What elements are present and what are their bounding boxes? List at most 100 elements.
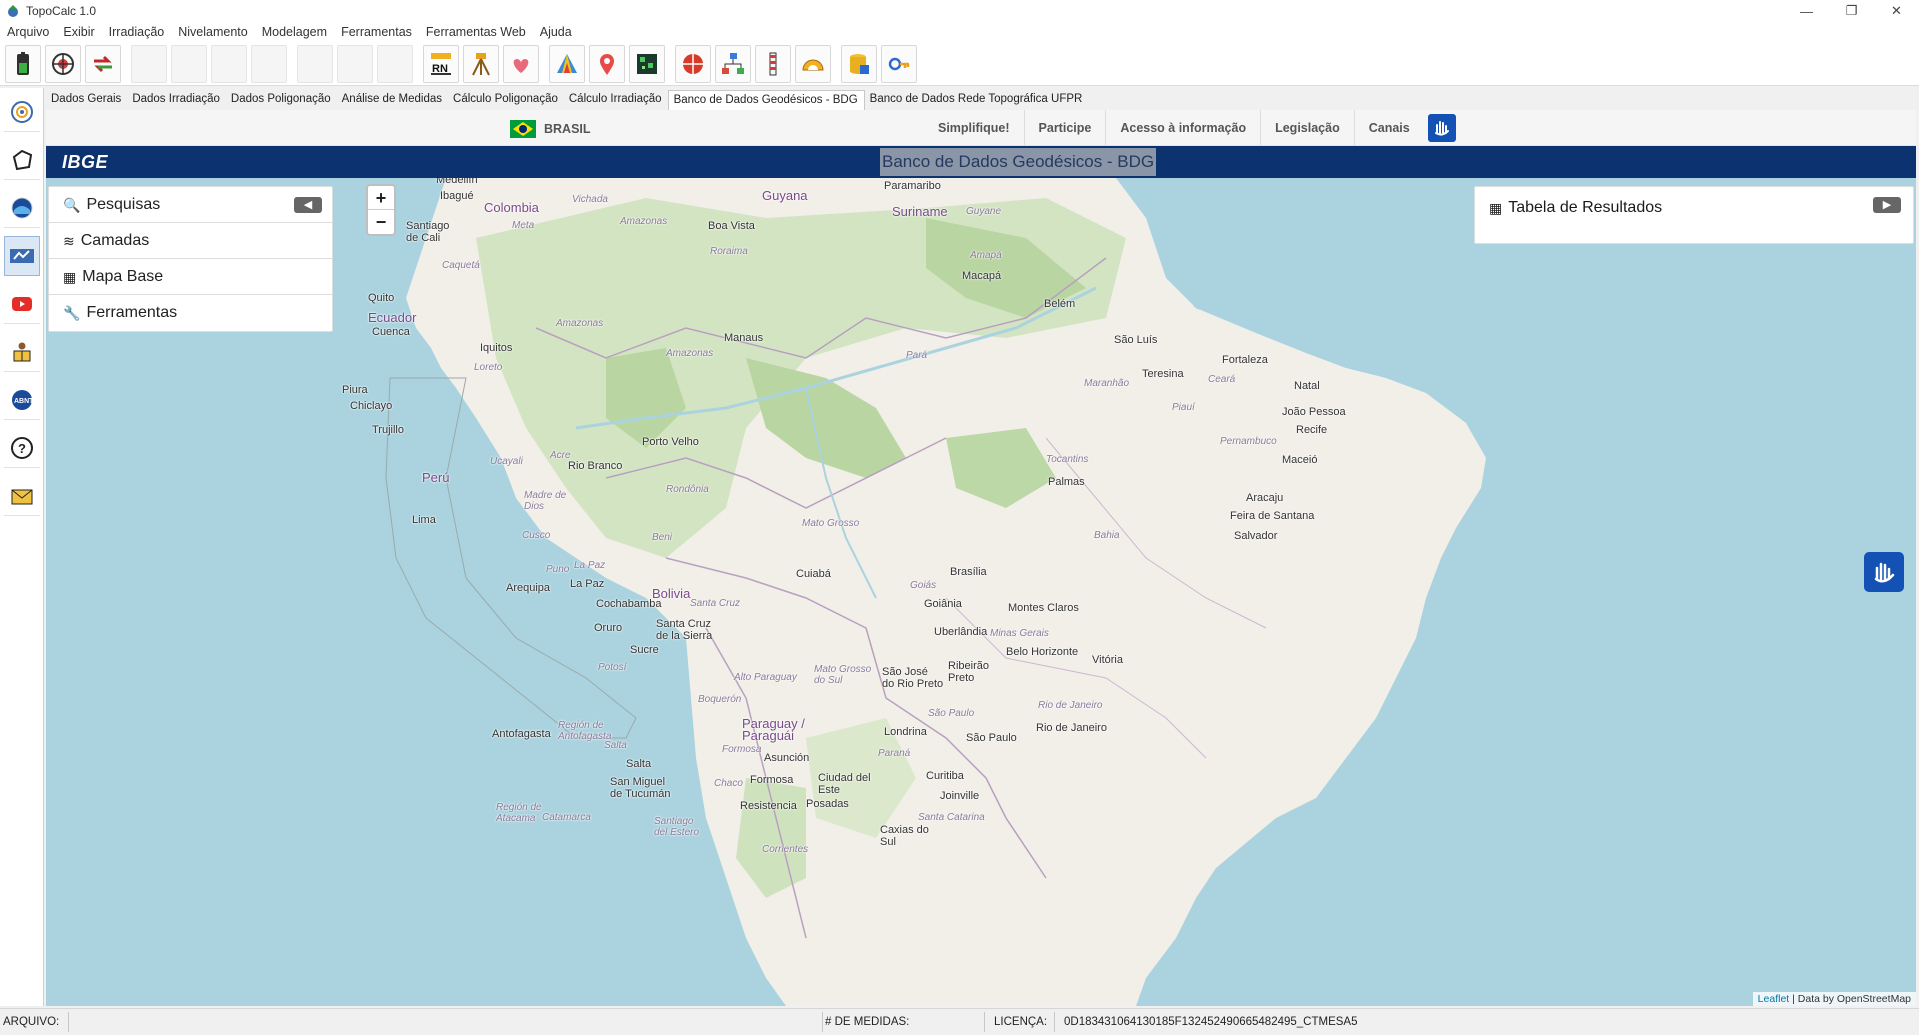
close-button[interactable]: ✕: [1874, 0, 1919, 22]
total-station-tool-button[interactable]: [463, 44, 499, 83]
map-label: Natal: [1294, 380, 1320, 392]
empty-tool-button-5[interactable]: [297, 44, 333, 83]
protractor-tool-button[interactable]: [795, 44, 831, 83]
map-label: Rio Branco: [568, 460, 623, 472]
menu-exibir[interactable]: Exibir: [56, 25, 101, 39]
empty-tool-button-6[interactable]: [337, 44, 373, 83]
rn-tool-button[interactable]: RN: [423, 44, 459, 83]
link-simplifique[interactable]: Simplifique!: [924, 110, 1024, 146]
menu-arquivo[interactable]: Arquivo: [0, 25, 56, 39]
sidebar-button-polygon[interactable]: [4, 140, 40, 180]
tab-bdg[interactable]: Banco de Dados Geodésicos - BDG: [667, 90, 865, 111]
pesquisas-panel[interactable]: 🔍 Pesquisas ◀: [48, 186, 333, 224]
map-label: Formosa: [722, 744, 762, 755]
globe-tool-button[interactable]: [675, 44, 711, 83]
expand-results-button[interactable]: ▶: [1873, 197, 1901, 213]
map-label: Región de Atacama: [496, 802, 542, 824]
map-label: Pará: [906, 350, 928, 361]
map-label: Salta: [604, 740, 627, 751]
vlibras-floating-button[interactable]: [1864, 552, 1904, 592]
link-legislacao[interactable]: Legislação: [1260, 110, 1354, 146]
database-tool-button[interactable]: [841, 44, 877, 83]
search-icon: 🔍: [63, 196, 81, 213]
minimize-button[interactable]: —: [1784, 0, 1829, 22]
menu-ferramentas[interactable]: Ferramentas: [334, 25, 419, 39]
menu-nivelamento[interactable]: Nivelamento: [171, 25, 254, 39]
polygon-icon: [12, 149, 33, 170]
leaflet-link[interactable]: Leaflet: [1758, 993, 1790, 1005]
zoom-in-button[interactable]: +: [368, 186, 394, 210]
tab-dados-poligonacao[interactable]: Dados Poligonação: [226, 90, 337, 110]
grid-tool-button[interactable]: [629, 44, 665, 83]
pink-tool-button[interactable]: [503, 44, 539, 83]
network-tool-button[interactable]: [715, 44, 751, 83]
empty-tool-button-1[interactable]: [131, 44, 167, 83]
menu-irradiacao[interactable]: Irradiação: [102, 25, 172, 39]
link-canais[interactable]: Canais: [1353, 110, 1424, 146]
map-label: Aracaju: [1246, 492, 1284, 504]
sidebar-button-bdg[interactable]: [4, 236, 40, 276]
menu-ferramentas-web[interactable]: Ferramentas Web: [419, 25, 533, 39]
ibge-logo[interactable]: IBGE: [62, 152, 108, 173]
ferramentas-panel[interactable]: 🔧 Ferramentas: [48, 294, 333, 332]
maximize-button[interactable]: ❐: [1829, 0, 1874, 22]
map-label: Perú: [422, 470, 450, 485]
empty-tool-button-2[interactable]: [171, 44, 207, 83]
map-label: Cusco: [522, 530, 551, 541]
map-label: Bahia: [1094, 530, 1120, 541]
map-label: Antofagasta: [492, 728, 551, 740]
map-label: Colombia: [484, 200, 539, 215]
table-icon: ▦: [1489, 199, 1503, 216]
zoom-out-button[interactable]: −: [368, 210, 394, 234]
empty-tool-button-7[interactable]: [377, 44, 413, 83]
empty-tool-button-4[interactable]: [251, 44, 287, 83]
map-label: Región de Antofagasta: [558, 720, 612, 742]
sidebar-button-noaa[interactable]: [4, 188, 40, 228]
licenca-label: LICENÇA:: [994, 1016, 1048, 1028]
target-tool-button[interactable]: [45, 44, 81, 83]
results-panel[interactable]: ▦ Tabela de Resultados ▶: [1474, 186, 1914, 244]
brasil-link[interactable]: BRASIL: [544, 122, 591, 136]
map-label: Fortaleza: [1222, 354, 1268, 366]
location-pin-tool-button[interactable]: [589, 44, 625, 83]
camadas-panel[interactable]: ≋ Camadas: [48, 222, 333, 260]
sidebar-button-abnt[interactable]: ABNT: [4, 380, 40, 420]
menu-bar: Arquivo Exibir Irradiação Nivelamento Mo…: [0, 22, 1919, 42]
tab-calculo-poligonacao[interactable]: Cálculo Poligonação: [448, 90, 564, 110]
battery-tool-button[interactable]: [5, 44, 41, 83]
map-label: Londrina: [884, 726, 927, 738]
sidebar-button-help[interactable]: ?: [4, 428, 40, 468]
surface-model-tool-button[interactable]: [549, 44, 585, 83]
menu-ajuda[interactable]: Ajuda: [533, 25, 579, 39]
map-label: Iquitos: [480, 342, 513, 354]
map-label: Ribeirão Preto: [948, 660, 989, 684]
vlibras-button[interactable]: [1428, 114, 1456, 142]
zoom-control: + −: [366, 184, 396, 236]
map-label: Potosí: [598, 662, 627, 673]
collapse-left-button[interactable]: ◀: [294, 197, 322, 213]
tab-rede-ufpr[interactable]: Banco de Dados Rede Topográfica UFPR: [865, 90, 1089, 110]
sidebar-button-target[interactable]: [4, 92, 40, 132]
tab-dados-gerais[interactable]: Dados Gerais: [46, 90, 127, 110]
gov-bar: BRASIL Simplifique! Participe Acesso à i…: [46, 110, 1916, 146]
map-label: Ibagué: [440, 190, 474, 202]
tab-calculo-irradiacao[interactable]: Cálculo Irradiação: [564, 90, 668, 110]
battery-icon: [17, 51, 29, 75]
level-staff-tool-button[interactable]: [755, 44, 791, 83]
book-reader-icon: [13, 342, 31, 361]
tab-analise-medidas[interactable]: Análise de Medidas: [337, 90, 448, 110]
link-acesso-informacao[interactable]: Acesso à informação: [1105, 110, 1260, 146]
key-tool-button[interactable]: [881, 44, 917, 83]
sidebar-button-mail[interactable]: [4, 476, 40, 516]
mapa-base-panel[interactable]: ▦ Mapa Base: [48, 258, 333, 296]
link-participe[interactable]: Participe: [1023, 110, 1106, 146]
tab-dados-irradiacao[interactable]: Dados Irradiação: [127, 90, 226, 110]
map-view[interactable]: + − 🔍 Pesquisas ◀ ≋ Camadas ▦ Mapa Base …: [46, 178, 1916, 1006]
swap-tool-button[interactable]: [85, 44, 121, 83]
sidebar-button-manual[interactable]: [4, 332, 40, 372]
map-label: Corrientes: [762, 844, 809, 855]
sidebar-button-youtube[interactable]: [4, 284, 40, 324]
menu-modelagem[interactable]: Modelagem: [255, 25, 334, 39]
title-bar: TopoCalc 1.0 — ❐ ✕: [0, 0, 1919, 22]
empty-tool-button-3[interactable]: [211, 44, 247, 83]
